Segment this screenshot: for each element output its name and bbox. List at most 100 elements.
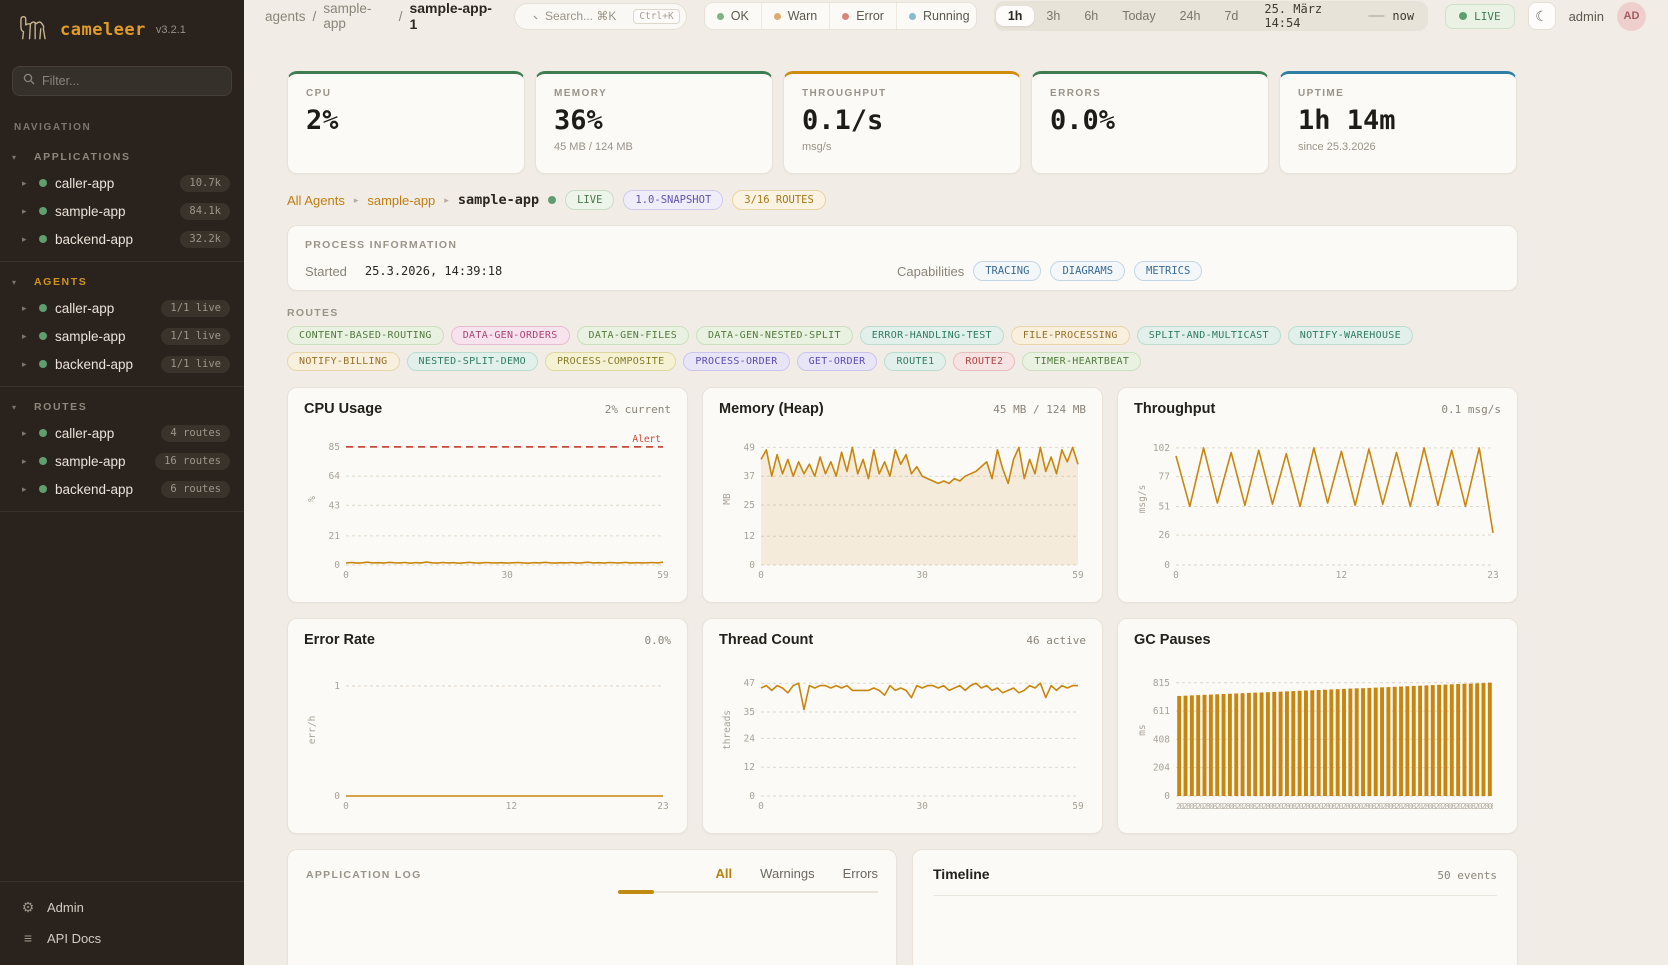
filter-ok[interactable]: OK	[705, 3, 762, 29]
range-3h[interactable]: 3h	[1034, 6, 1072, 26]
sidebar-item-sample-app[interactable]: ▸ sample-app 84.1k	[0, 197, 244, 225]
status-dot-icon	[39, 207, 47, 215]
route-chip[interactable]: DATA-GEN-NESTED-SPLIT	[696, 326, 853, 345]
svg-text:msg/s: msg/s	[1137, 485, 1148, 514]
range-dash: —	[1366, 7, 1386, 25]
tab-errors[interactable]: Errors	[843, 866, 878, 881]
range-7d[interactable]: 7d	[1212, 6, 1250, 26]
range-start-datetime[interactable]: 25. März 14:54	[1250, 2, 1366, 30]
svg-text:0: 0	[334, 791, 340, 802]
svg-text:threads: threads	[722, 710, 733, 750]
svg-text:0: 0	[343, 801, 349, 812]
kpi-sub: msg/s	[802, 141, 1002, 153]
route-chip[interactable]: ERROR-HANDLING-TEST	[860, 326, 1004, 345]
chevron-right-icon[interactable]: ▸	[22, 484, 31, 495]
sidebar-item-agent-sample-app[interactable]: ▸ sample-app 1/1 live	[0, 322, 244, 350]
chevron-right-icon[interactable]: ▸	[22, 428, 31, 439]
sidebar-item-api-docs[interactable]: ≡ API Docs	[0, 923, 244, 953]
sidebar-item-admin[interactable]: ⚙ Admin	[0, 892, 244, 923]
route-chip[interactable]: NOTIFY-BILLING	[287, 352, 400, 371]
chart-current-value: 46 active	[1026, 634, 1086, 647]
tab-warnings[interactable]: Warnings	[760, 866, 814, 881]
sidebar-filter[interactable]	[12, 66, 232, 96]
route-chip[interactable]: FILE-PROCESSING	[1011, 326, 1130, 345]
route-chip[interactable]: ROUTE2	[953, 352, 1015, 371]
range-end-now[interactable]: now	[1386, 9, 1426, 23]
range-24h[interactable]: 24h	[1168, 6, 1213, 26]
svg-text:30: 30	[501, 570, 513, 581]
camel-logo-icon	[14, 12, 52, 48]
avatar[interactable]: AD	[1617, 2, 1646, 31]
range-6h[interactable]: 6h	[1072, 6, 1110, 26]
chart-current-value: 2% current	[605, 403, 671, 416]
kpi-sub: 45 MB / 124 MB	[554, 141, 754, 153]
kpi-value: 2%	[306, 105, 506, 136]
sidebar-item-routes-backend-app[interactable]: ▸ backend-app 6 routes	[0, 475, 244, 503]
live-indicator[interactable]: LIVE	[1445, 4, 1515, 29]
sidebar-item-agent-backend-app[interactable]: ▸ backend-app 1/1 live	[0, 350, 244, 378]
route-chip[interactable]: SPLIT-AND-MULTICAST	[1137, 326, 1281, 345]
chevron-right-icon[interactable]: ▸	[22, 331, 31, 342]
chevron-right-icon[interactable]: ▸	[22, 178, 31, 189]
route-chip[interactable]: GET-ORDER	[797, 352, 878, 371]
sidebar-item-routes-sample-app[interactable]: ▸ sample-app 16 routes	[0, 447, 244, 475]
caret-down-icon[interactable]: ▾	[12, 278, 22, 287]
item-badge: 10.7k	[180, 175, 230, 192]
started-value: 25.3.2026, 14:39:18	[365, 264, 502, 278]
svg-text:59: 59	[1072, 570, 1084, 581]
sidebar-item-agent-caller-app[interactable]: ▸ caller-app 1/1 live	[0, 294, 244, 322]
sidebar-item-caller-app[interactable]: ▸ caller-app 10.7k	[0, 169, 244, 197]
route-chip[interactable]: TIMER-HEARTBEAT	[1022, 352, 1141, 371]
route-chip[interactable]: DATA-GEN-ORDERS	[451, 326, 570, 345]
capability-diagrams: DIAGRAMS	[1050, 261, 1125, 281]
chevron-right-icon[interactable]: ▸	[22, 234, 31, 245]
sidebar-item-routes-caller-app[interactable]: ▸ caller-app 4 routes	[0, 419, 244, 447]
route-chip[interactable]: ROUTE1	[884, 352, 946, 371]
route-chip[interactable]: PROCESS-COMPOSITE	[545, 352, 676, 371]
filter-error[interactable]: Error	[830, 3, 897, 29]
svg-text:102: 102	[1153, 443, 1170, 454]
sidebar-footer: ⚙ Admin ≡ API Docs	[0, 881, 244, 965]
svg-text:23: 23	[1487, 570, 1498, 581]
caret-down-icon[interactable]: ▾	[12, 153, 22, 162]
section-header-applications[interactable]: ▾ APPLICATIONS	[0, 147, 244, 169]
chevron-right-icon[interactable]: ▸	[22, 359, 31, 370]
all-agents-link[interactable]: All Agents	[287, 193, 345, 208]
chevron-right-icon[interactable]: ▸	[22, 456, 31, 467]
route-chip[interactable]: NESTED-SPLIT-DEMO	[407, 352, 538, 371]
svg-text:51: 51	[1159, 501, 1171, 512]
chevron-right-icon[interactable]: ▸	[22, 206, 31, 217]
sidebar-item-backend-app[interactable]: ▸ backend-app 32.2k	[0, 225, 244, 253]
range-today[interactable]: Today	[1110, 6, 1167, 26]
breadcrumb-sample-app[interactable]: sample-app	[323, 1, 391, 31]
sidebar-spacer	[0, 512, 244, 881]
filter-warn[interactable]: Warn	[762, 3, 830, 29]
svg-text:49: 49	[744, 442, 756, 453]
section-header-routes[interactable]: ▾ ROUTES	[0, 397, 244, 419]
sidebar-section-agents: ▾ AGENTS ▸ caller-app 1/1 live ▸ sample-…	[0, 262, 244, 387]
section-header-agents[interactable]: ▾ AGENTS	[0, 272, 244, 294]
theme-toggle[interactable]: ☾	[1528, 2, 1556, 30]
chevron-right-icon[interactable]: ▸	[22, 303, 31, 314]
range-1h[interactable]: 1h	[996, 6, 1035, 26]
item-label: backend-app	[55, 357, 133, 372]
sample-app-link[interactable]: sample-app	[367, 193, 435, 208]
route-chip[interactable]: CONTENT-BASED-ROUTING	[287, 326, 444, 345]
route-chip[interactable]: PROCESS-ORDER	[683, 352, 789, 371]
kpi-card-cpu: CPU 2%	[287, 71, 525, 174]
caret-down-icon[interactable]: ▾	[12, 403, 22, 412]
dashboard-content: CPU 2% MEMORY 36% 45 MB / 124 MB THROUGH…	[287, 71, 1518, 965]
route-chip[interactable]: DATA-GEN-FILES	[577, 326, 690, 345]
global-search[interactable]: Search... ⌘K Ctrl+K	[514, 3, 687, 30]
sidebar-section-routes: ▾ ROUTES ▸ caller-app 4 routes ▸ sample-…	[0, 387, 244, 512]
filter-running[interactable]: Running	[897, 3, 977, 29]
current-agent: sample-app	[458, 192, 539, 208]
filter-input[interactable]	[42, 74, 221, 88]
route-chip[interactable]: NOTIFY-WAREHOUSE	[1288, 326, 1413, 345]
svg-text:1: 1	[334, 681, 340, 692]
breadcrumb-agents[interactable]: agents	[265, 9, 306, 24]
routes-badge: 3/16 ROUTES	[732, 190, 826, 210]
search-icon	[526, 7, 538, 25]
tab-all[interactable]: All	[716, 866, 733, 881]
chart-title: Memory (Heap)	[719, 401, 824, 417]
